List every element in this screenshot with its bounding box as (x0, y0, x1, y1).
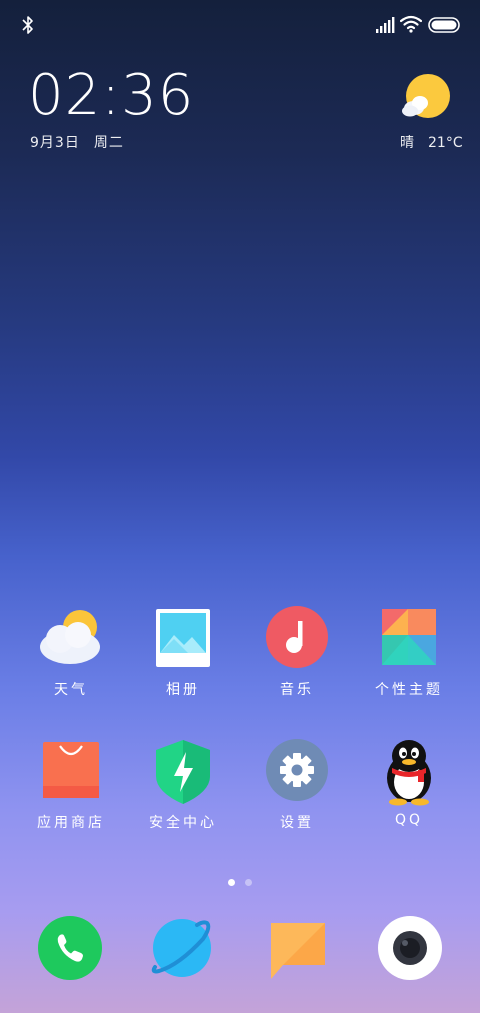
dock-messages[interactable] (265, 915, 331, 981)
wifi-icon (400, 15, 422, 33)
dock-camera[interactable] (377, 915, 443, 981)
status-bar (0, 0, 480, 50)
music-app-icon (266, 606, 328, 668)
app-label: 相册 (166, 682, 200, 698)
date-text: 9月3日 (30, 135, 80, 151)
app-label: 天气 (54, 682, 88, 698)
camera-app-icon (378, 916, 442, 980)
signal-icon (376, 17, 395, 33)
dock-browser[interactable] (149, 915, 215, 981)
weather-summary[interactable]: 晴 21°C (400, 132, 463, 152)
clock-date[interactable]: 9月3日 周二 (30, 132, 124, 152)
app-qq[interactable]: QQ (354, 738, 464, 828)
app-themes[interactable]: 个性主题 (354, 605, 464, 699)
settings-app-icon (266, 739, 328, 801)
app-label: 应用商店 (37, 815, 105, 831)
page-indicator (0, 871, 480, 890)
phone-app-icon (38, 916, 102, 980)
app-label: 安全中心 (149, 815, 217, 831)
app-security[interactable]: 安全中心 (128, 738, 238, 832)
clock-time[interactable]: 02:36 (28, 64, 194, 128)
app-label: 音乐 (280, 682, 314, 698)
dock-phone[interactable] (37, 915, 103, 981)
browser-app-icon (151, 919, 211, 977)
qq-app-icon (387, 740, 431, 806)
app-store-icon (43, 742, 99, 798)
security-app-icon (156, 740, 210, 804)
gallery-app-icon (156, 609, 210, 667)
battery-icon (428, 17, 460, 33)
app-music[interactable]: 音乐 (242, 605, 352, 699)
app-label: QQ (394, 812, 424, 828)
partly-sunny-icon[interactable] (400, 72, 454, 124)
weather-app-icon (40, 610, 100, 664)
app-label: 设置 (280, 815, 314, 831)
app-settings[interactable]: 设置 (242, 738, 352, 832)
app-store[interactable]: 应用商店 (16, 738, 126, 832)
weekday-text: 周二 (93, 135, 124, 151)
messages-app-icon (271, 923, 325, 979)
page-dot-active[interactable] (228, 879, 235, 886)
page-dot[interactable] (245, 879, 252, 886)
themes-app-icon (382, 609, 436, 665)
app-weather[interactable]: 天气 (16, 605, 126, 699)
weather-temperature: 21°C (428, 135, 463, 151)
bluetooth-icon (22, 16, 33, 34)
app-gallery[interactable]: 相册 (128, 605, 238, 699)
weather-condition: 晴 (400, 135, 414, 151)
app-label: 个性主题 (375, 682, 443, 698)
